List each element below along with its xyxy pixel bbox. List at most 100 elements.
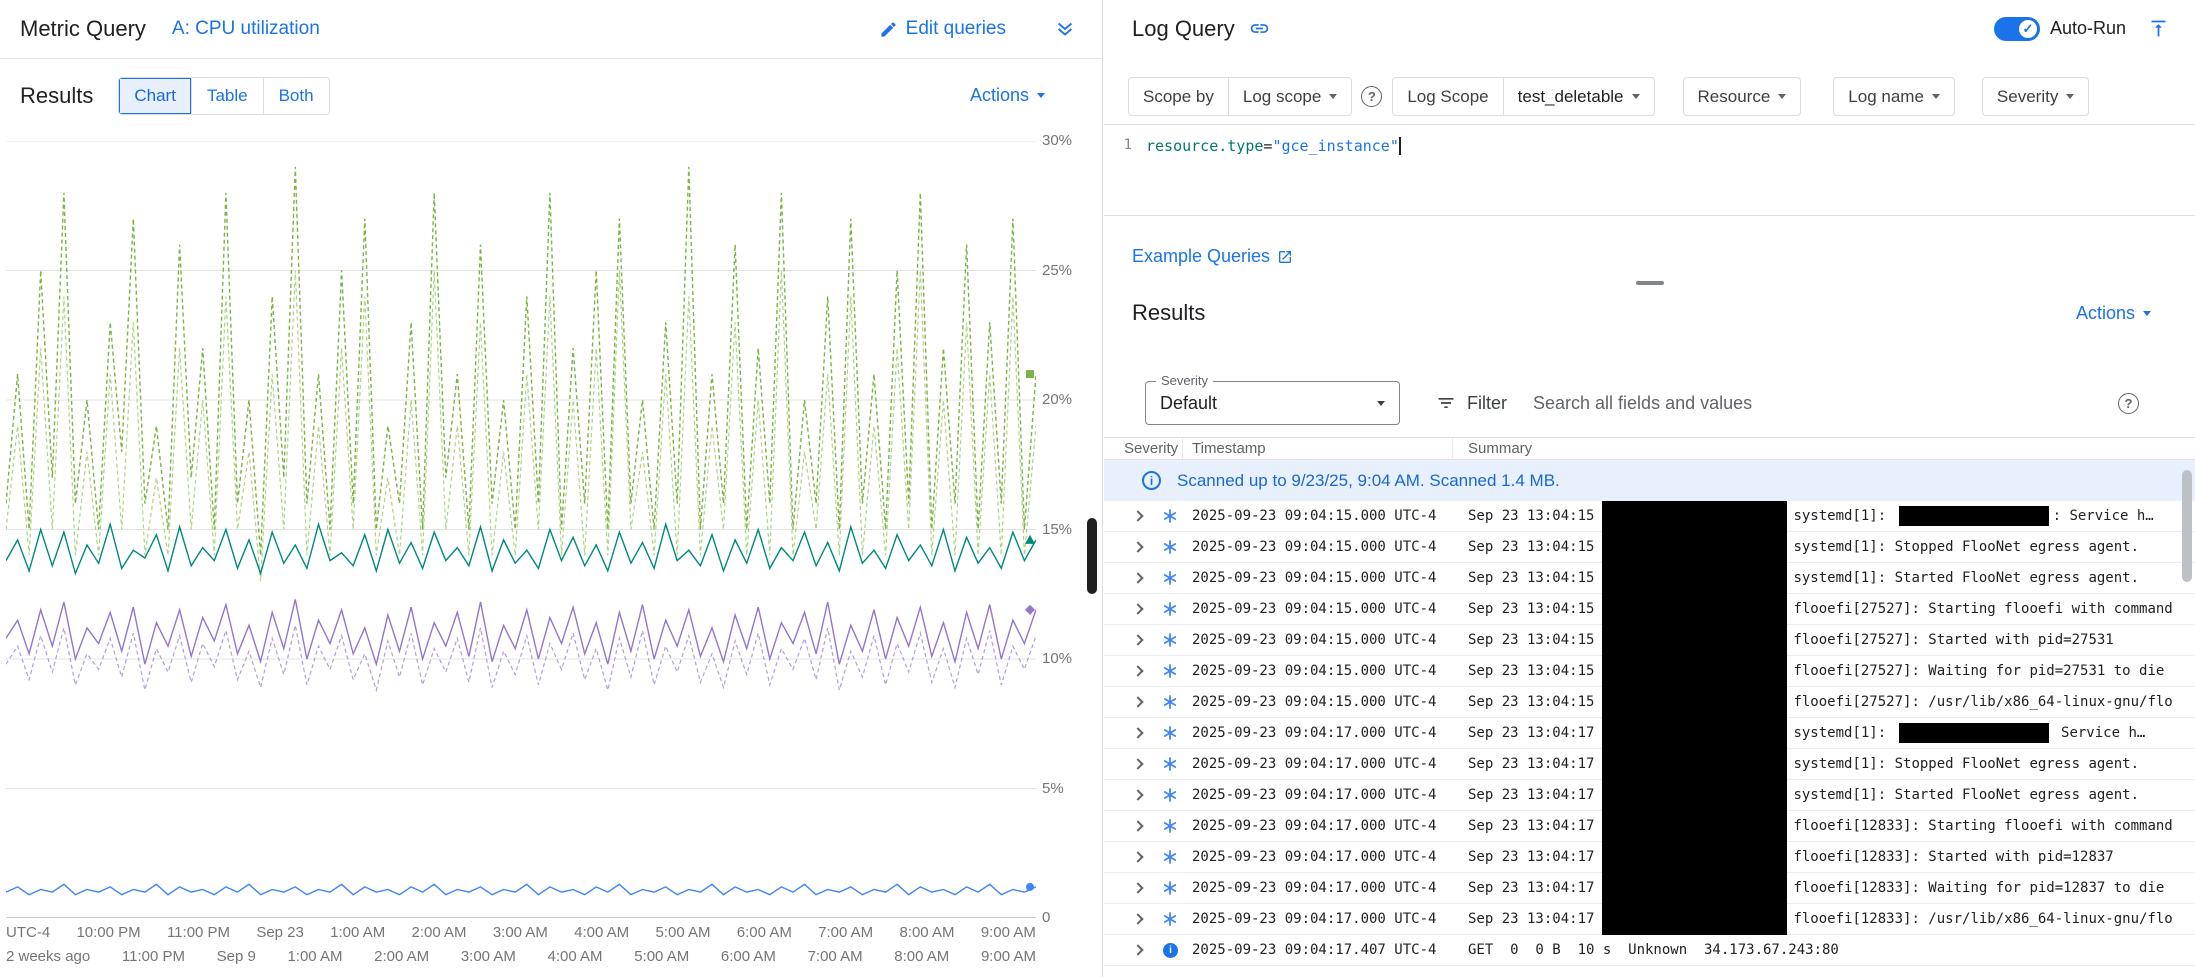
- auto-run-toggle[interactable]: [1994, 17, 2040, 41]
- log-scope-value-dropdown[interactable]: test_deletable: [1503, 78, 1654, 115]
- example-queries-link[interactable]: Example Queries: [1132, 246, 1293, 267]
- log-summary: Sep 23 13:04:15flooefi[27527]: Starting …: [1468, 594, 2173, 625]
- x-axis-label: 9:00 AM: [981, 948, 1036, 965]
- help-icon[interactable]: [2118, 393, 2139, 414]
- row-expand-chevron-icon[interactable]: [1134, 574, 1163, 582]
- y-axis-label: 15%: [1042, 521, 1072, 538]
- log-panel-title: Log Query: [1132, 16, 1235, 42]
- x-axis-label: 8:00 AM: [894, 948, 949, 965]
- x-axis-label: 2:00 AM: [374, 948, 429, 965]
- panel-resize-handle[interactable]: [1636, 281, 1664, 285]
- row-expand-chevron-icon[interactable]: [1134, 853, 1163, 861]
- log-row[interactable]: 2025-09-23 09:04:17.000 UTC-4Sep 23 13:0…: [1104, 718, 2195, 749]
- severity-select[interactable]: Severity Default: [1145, 381, 1400, 425]
- log-timestamp: 2025-09-23 09:04:17.000 UTC-4: [1192, 880, 1468, 896]
- log-row[interactable]: 2025-09-23 09:04:15.000 UTC-4Sep 23 13:0…: [1104, 625, 2195, 656]
- log-message-text: flooefi[27527]: Starting flooefi with co…: [1793, 601, 2173, 617]
- row-expand-chevron-icon[interactable]: [1134, 822, 1163, 830]
- row-expand-chevron-icon[interactable]: [1134, 760, 1163, 768]
- x-axis-label: 7:00 AM: [818, 924, 873, 941]
- view-tab-table[interactable]: Table: [191, 78, 263, 114]
- severity-default-icon: [1163, 633, 1192, 647]
- row-expand-chevron-icon[interactable]: [1134, 512, 1163, 520]
- x-axis-label: 1:00 AM: [330, 924, 385, 941]
- log-summary-prefix: Sep 23 13:04:17: [1468, 880, 1594, 896]
- filter-icon: [1436, 393, 1456, 413]
- severity-default-icon: [1163, 602, 1192, 616]
- row-expand-chevron-icon[interactable]: [1134, 698, 1163, 706]
- log-row[interactable]: 2025-09-23 09:04:15.000 UTC-4Sep 23 13:0…: [1104, 656, 2195, 687]
- pencil-icon: [879, 20, 898, 39]
- log-row[interactable]: 2025-09-23 09:04:17.000 UTC-4Sep 23 13:0…: [1104, 904, 2195, 935]
- link-icon[interactable]: [1249, 18, 1270, 39]
- log-row[interactable]: 2025-09-23 09:04:17.000 UTC-4Sep 23 13:0…: [1104, 749, 2195, 780]
- log-row[interactable]: 2025-09-23 09:04:17.000 UTC-4Sep 23 13:0…: [1104, 811, 2195, 842]
- view-tab-both[interactable]: Both: [263, 78, 329, 114]
- log-row[interactable]: 2025-09-23 09:04:15.000 UTC-4Sep 23 13:0…: [1104, 687, 2195, 718]
- log-row[interactable]: 2025-09-23 09:04:15.000 UTC-4Sep 23 13:0…: [1104, 594, 2195, 625]
- row-expand-chevron-icon[interactable]: [1134, 605, 1163, 613]
- resource-filter-dropdown[interactable]: Resource: [1683, 77, 1802, 116]
- severity-filter-dropdown[interactable]: Severity: [1982, 77, 2089, 116]
- metric-query-chip[interactable]: A: CPU utilization: [172, 18, 320, 40]
- metric-query-panel: Metric Query A: CPU utilization Edit que…: [0, 0, 1103, 977]
- x-axis-label: Sep 9: [217, 948, 256, 965]
- log-search-input[interactable]: [1533, 393, 2053, 414]
- log-row[interactable]: 2025-09-23 09:04:17.000 UTC-4Sep 23 13:0…: [1104, 780, 2195, 811]
- log-name-filter-dropdown[interactable]: Log name: [1833, 77, 1955, 116]
- metric-chart-svg[interactable]: [6, 141, 1036, 918]
- log-message-text: systemd[1]:: [1793, 725, 1894, 741]
- log-results-header: Results Actions: [1132, 300, 2151, 326]
- log-row[interactable]: 2025-09-23 09:04:15.000 UTC-4Sep 23 13:0…: [1104, 501, 2195, 532]
- log-message-text: Service h…: [2053, 725, 2146, 741]
- log-summary-prefix: Sep 23 13:04:17: [1468, 787, 1594, 803]
- metric-panel-scrollbar[interactable]: [1087, 518, 1097, 594]
- row-expand-chevron-icon[interactable]: [1134, 946, 1163, 954]
- severity-default-icon: [1163, 726, 1192, 740]
- log-summary-prefix: Sep 23 13:04:17: [1468, 849, 1594, 865]
- collapse-panel-icon[interactable]: [2148, 18, 2169, 39]
- scrollbar-thumb[interactable]: [2182, 470, 2192, 582]
- log-query-panel: Log Query Auto-Run Scope by Log scope Lo…: [1104, 0, 2195, 977]
- log-summary: Sep 23 13:04:15systemd[1]: Stopped FlooN…: [1468, 532, 2173, 563]
- log-row[interactable]: 2025-09-23 09:04:17.407 UTC-4GET 0 0 B 1…: [1104, 935, 2195, 966]
- x-axis-label: 11:00 PM: [167, 924, 230, 941]
- log-timestamp: 2025-09-23 09:04:17.407 UTC-4: [1192, 942, 1468, 958]
- log-actions-menu[interactable]: Actions: [2076, 303, 2151, 324]
- row-expand-chevron-icon[interactable]: [1134, 636, 1163, 644]
- severity-default-icon: [1163, 788, 1192, 802]
- x-axis-label: 6:00 AM: [721, 948, 776, 965]
- severity-default-icon: [1163, 540, 1192, 554]
- redaction-box: [1602, 811, 1787, 842]
- query-editor[interactable]: 1 resource.type="gce_instance": [1104, 124, 2195, 216]
- metric-panel-title: Metric Query: [20, 16, 146, 42]
- log-row[interactable]: 2025-09-23 09:04:15.000 UTC-4Sep 23 13:0…: [1104, 532, 2195, 563]
- query-value-token: "gce_instance": [1272, 137, 1398, 155]
- log-summary: Sep 23 13:04:17flooefi[12833]: /usr/lib/…: [1468, 904, 2173, 935]
- help-icon[interactable]: [1361, 86, 1382, 107]
- row-expand-chevron-icon[interactable]: [1134, 729, 1163, 737]
- log-results-scrollbar[interactable]: [2181, 462, 2193, 977]
- log-summary-prefix: Sep 23 13:04:15: [1468, 539, 1594, 555]
- row-expand-chevron-icon[interactable]: [1134, 543, 1163, 551]
- chevron-down-icon: [2066, 94, 2074, 99]
- log-row[interactable]: 2025-09-23 09:04:15.000 UTC-4Sep 23 13:0…: [1104, 563, 2195, 594]
- row-expand-chevron-icon[interactable]: [1134, 667, 1163, 675]
- edit-queries-button[interactable]: Edit queries: [879, 18, 1006, 40]
- row-expand-chevron-icon[interactable]: [1134, 915, 1163, 923]
- log-row[interactable]: 2025-09-23 09:04:17.000 UTC-4Sep 23 13:0…: [1104, 873, 2195, 904]
- x-axis-label: Sep 23: [256, 924, 304, 941]
- log-summary: Sep 23 13:04:15flooefi[27527]: /usr/lib/…: [1468, 687, 2173, 718]
- column-header-timestamp: Timestamp: [1183, 438, 1453, 459]
- row-expand-chevron-icon[interactable]: [1134, 791, 1163, 799]
- scope-by-group: Scope by Log scope: [1128, 77, 1352, 116]
- view-tab-chart[interactable]: Chart: [119, 78, 191, 114]
- severity-default-icon: [1163, 509, 1192, 523]
- row-expand-chevron-icon[interactable]: [1134, 884, 1163, 892]
- log-scope-dropdown[interactable]: Log scope: [1228, 78, 1351, 115]
- query-code-line: resource.type="gce_instance": [1146, 137, 1401, 215]
- metric-actions-menu[interactable]: Actions: [970, 85, 1045, 106]
- x-axis-label: 3:00 AM: [493, 924, 548, 941]
- redaction-box: [1602, 842, 1787, 873]
- log-row[interactable]: 2025-09-23 09:04:17.000 UTC-4Sep 23 13:0…: [1104, 842, 2195, 873]
